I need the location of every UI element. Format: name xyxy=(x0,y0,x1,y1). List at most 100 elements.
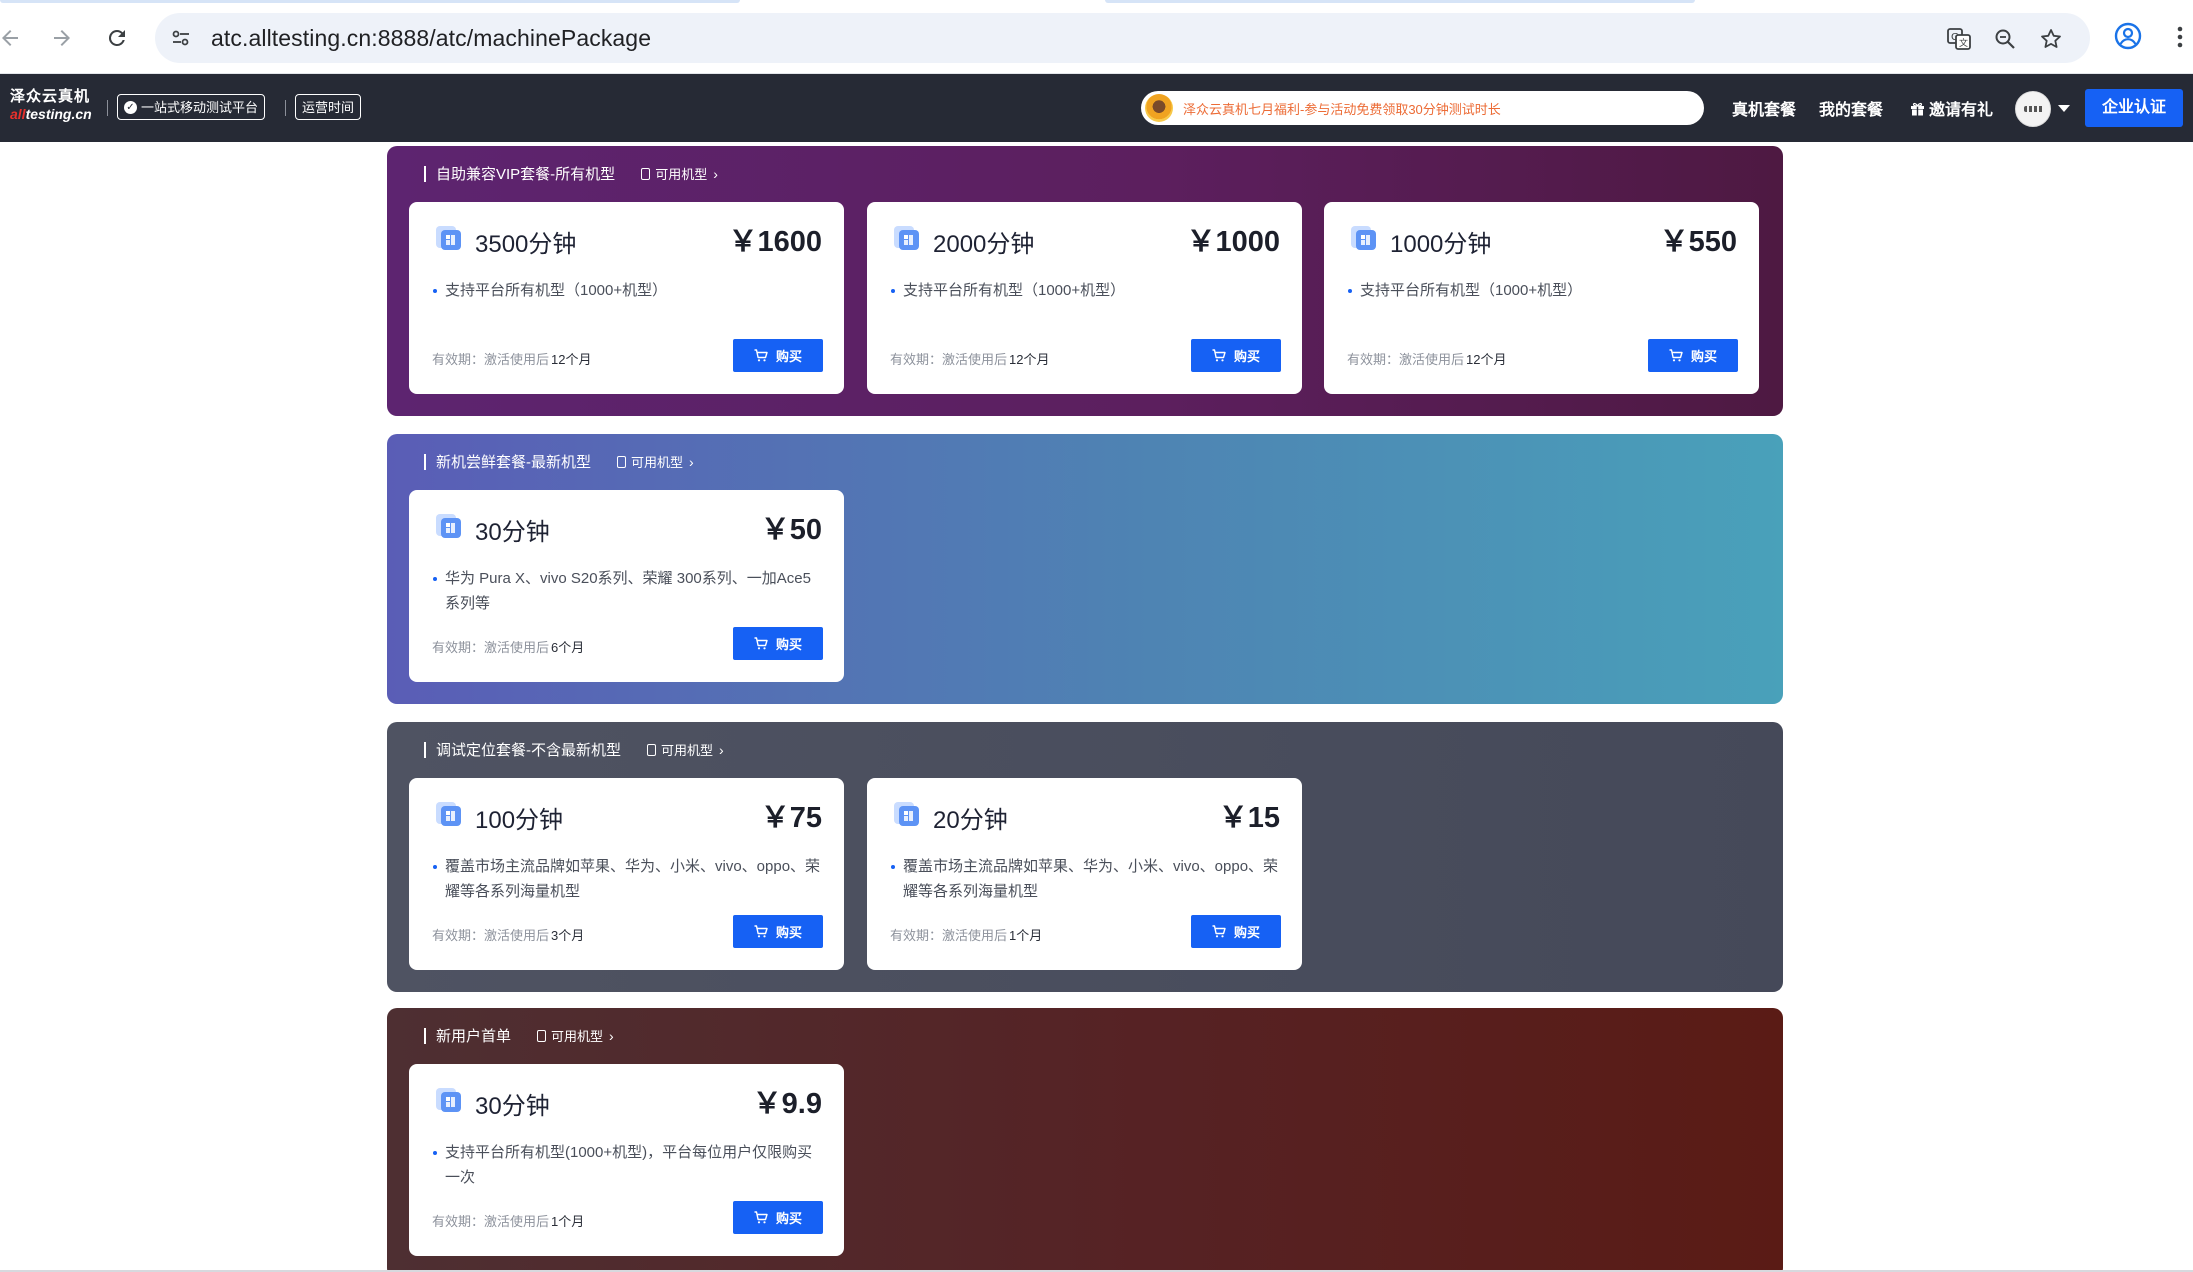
available-models-label: 可用机型 xyxy=(661,743,714,758)
package-price: ￥9.9 xyxy=(752,1088,822,1120)
available-models-link[interactable]: 可用机型 › xyxy=(641,164,718,183)
buy-button[interactable]: 购买 xyxy=(733,339,823,372)
nav-my-packages[interactable]: 我的套餐 xyxy=(1819,96,1883,120)
operating-hours-tag[interactable]: 运营时间 xyxy=(295,94,362,120)
package-minutes: 2000分钟 xyxy=(933,231,1035,258)
available-models-label: 可用机型 xyxy=(551,1029,604,1044)
promo-badge-icon xyxy=(1145,94,1173,122)
logo-cn: 泽众云真机 xyxy=(10,88,91,105)
package-icon xyxy=(436,1088,461,1112)
buy-button[interactable]: 购买 xyxy=(1648,339,1738,372)
cart-icon xyxy=(754,637,768,650)
avatar[interactable] xyxy=(2015,91,2051,127)
package-card: 30分钟 ￥9.9 支持平台所有机型(1000+机型)，平台每位用户仅限购买一次… xyxy=(409,1064,844,1256)
buy-button[interactable]: 购买 xyxy=(1191,915,1281,948)
buy-button-label: 购买 xyxy=(1690,349,1717,364)
nav-invite-label: 邀请有礼 xyxy=(1929,102,1994,119)
buy-button-label: 购买 xyxy=(775,349,802,364)
reload-button[interactable] xyxy=(99,20,135,56)
tab-strip xyxy=(0,0,740,3)
package-price: ￥1600 xyxy=(728,226,822,258)
url-text[interactable]: atc.alltesting.cn:8888/atc/machinePackag… xyxy=(211,25,651,52)
nav-packages[interactable]: 真机套餐 xyxy=(1732,96,1796,120)
available-models-link[interactable]: 可用机型 › xyxy=(537,1026,614,1045)
more-vertical-icon[interactable] xyxy=(2170,22,2190,52)
package-price: ￥550 xyxy=(1659,226,1737,258)
buy-button[interactable]: 购买 xyxy=(733,1201,823,1234)
package-minutes: 20分钟 xyxy=(933,807,1008,834)
buy-button[interactable]: 购买 xyxy=(733,627,823,660)
package-validity: 有效期：激活使用后 3个月 xyxy=(432,928,585,943)
phone-icon xyxy=(647,743,656,756)
package-price: ￥75 xyxy=(760,802,822,834)
section-title: 新机尝鲜套餐-最新机型 xyxy=(436,454,591,471)
forward-button[interactable] xyxy=(44,20,80,56)
tune-icon[interactable] xyxy=(169,26,193,50)
section-first-order: 新用户首单 可用机型 › 30分钟 ￥9.9 支持平台所有机型(1000+机型)… xyxy=(387,1008,1783,1272)
package-minutes: 30分钟 xyxy=(475,1093,550,1120)
back-button[interactable] xyxy=(0,20,28,56)
package-minutes: 100分钟 xyxy=(475,807,564,834)
package-validity: 有效期：激活使用后 12个月 xyxy=(432,352,592,367)
zoom-icon[interactable] xyxy=(1991,25,2019,53)
section-vip: 自助兼容VIP套餐-所有机型 可用机型 › 3500分钟 ￥1600 支持平台所… xyxy=(387,146,1783,416)
package-card: 2000分钟 ￥1000 支持平台所有机型（1000+机型） 有效期：激活使用后… xyxy=(867,202,1302,394)
phone-icon xyxy=(537,1029,547,1042)
chevron-right-icon: › xyxy=(719,741,724,758)
available-models-link[interactable]: 可用机型 › xyxy=(647,740,724,759)
buy-button-label: 购买 xyxy=(775,1211,802,1226)
reload-icon xyxy=(108,29,125,46)
translate-icon[interactable]: G文 xyxy=(1945,25,1973,53)
section-new-models: 新机尝鲜套餐-最新机型 可用机型 › 30分钟 ￥50 华为 Pura X、vi… xyxy=(387,434,1783,704)
section-title: 自助兼容VIP套餐-所有机型 xyxy=(436,166,616,183)
available-models-label: 可用机型 xyxy=(655,167,708,182)
cart-icon xyxy=(1669,349,1683,362)
cart-icon xyxy=(1212,349,1226,362)
buy-button[interactable]: 购买 xyxy=(733,915,823,948)
buy-button[interactable]: 购买 xyxy=(1191,339,1281,372)
tab-strip xyxy=(1105,0,1695,3)
divider xyxy=(285,100,286,116)
section-title: 调试定位套餐-不含最新机型 xyxy=(436,742,621,759)
package-list: 自助兼容VIP套餐-所有机型 可用机型 › 3500分钟 ￥1600 支持平台所… xyxy=(0,142,2193,1272)
platform-tag: ✓ 一站式移动测试平台 xyxy=(117,94,266,120)
package-minutes: 3500分钟 xyxy=(475,231,577,258)
package-icon xyxy=(894,802,919,826)
arrow-left-icon xyxy=(2,30,18,46)
package-description: 覆盖市场主流品牌如苹果、华为、小米、vivo、oppo、荣耀等各系列海量机型 xyxy=(433,854,823,904)
section-header: 自助兼容VIP套餐-所有机型 可用机型 › xyxy=(424,163,718,184)
address-bar[interactable]: atc.alltesting.cn:8888/atc/machinePackag… xyxy=(155,13,2090,63)
nav-invite[interactable]: 邀请有礼 xyxy=(1910,96,1993,120)
platform-tag-label: 一站式移动测试平台 xyxy=(141,99,259,115)
chevron-right-icon: › xyxy=(609,1027,614,1044)
section-header: 调试定位套餐-不含最新机型 可用机型 › xyxy=(424,739,724,760)
chevron-right-icon: › xyxy=(689,453,694,470)
package-minutes: 1000分钟 xyxy=(1390,231,1492,258)
promo-banner[interactable]: 泽众云真机七月福利-参与活动免费领取30分钟测试时长 xyxy=(1141,91,1704,125)
cart-icon xyxy=(754,1211,768,1224)
package-description: 支持平台所有机型（1000+机型） xyxy=(1348,278,1738,303)
section-title: 新用户首单 xyxy=(436,1028,512,1045)
section-accent xyxy=(424,741,426,758)
arrow-right-icon xyxy=(54,30,70,46)
section-accent xyxy=(424,165,426,182)
logo-en: alltesting.cn xyxy=(10,106,92,122)
profile-icon[interactable] xyxy=(2112,20,2148,56)
cart-icon xyxy=(1212,925,1226,938)
available-models-link[interactable]: 可用机型 › xyxy=(617,452,694,471)
site-logo[interactable]: 泽众云真机 alltesting.cn xyxy=(10,88,110,122)
package-price: ￥15 xyxy=(1218,802,1280,834)
package-card: 20分钟 ￥15 覆盖市场主流品牌如苹果、华为、小米、vivo、oppo、荣耀等… xyxy=(867,778,1302,970)
check-icon: ✓ xyxy=(124,100,137,114)
operating-hours-label: 运营时间 xyxy=(302,99,355,115)
package-validity: 有效期：激活使用后 12个月 xyxy=(1347,352,1507,367)
section-accent xyxy=(424,1027,426,1044)
package-card: 100分钟 ￥75 覆盖市场主流品牌如苹果、华为、小米、vivo、oppo、荣耀… xyxy=(409,778,844,970)
site-header: 泽众云真机 alltesting.cn ✓ 一站式移动测试平台 运营时间 泽众云… xyxy=(0,74,2193,142)
star-icon[interactable] xyxy=(2037,25,2065,53)
package-minutes: 30分钟 xyxy=(475,519,550,546)
enterprise-auth-button[interactable]: 企业认证 xyxy=(2085,89,2183,127)
package-validity: 有效期：激活使用后 12个月 xyxy=(890,352,1050,367)
cart-icon xyxy=(754,925,768,938)
chevron-down-icon[interactable] xyxy=(2058,105,2070,112)
